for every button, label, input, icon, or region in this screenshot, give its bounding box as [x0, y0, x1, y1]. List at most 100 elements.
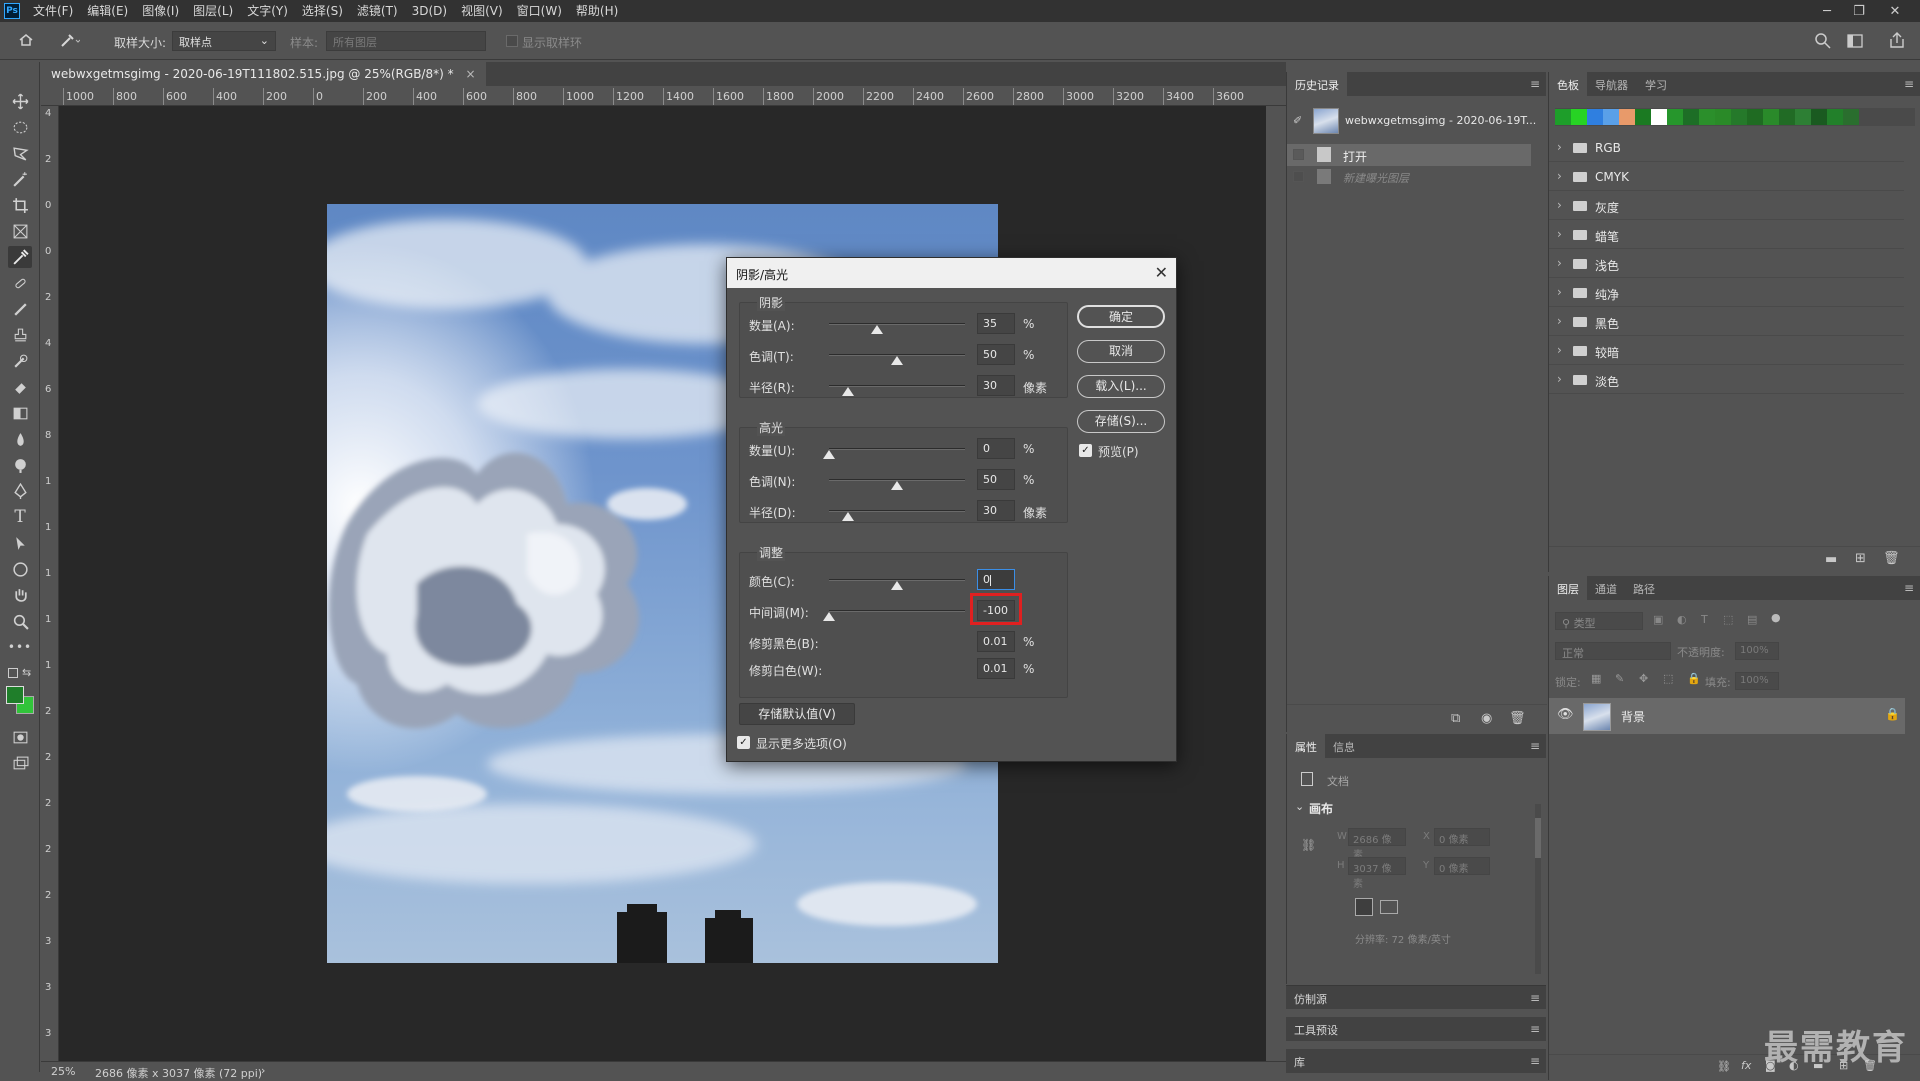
filter-shape-icon[interactable]: ⬚	[1723, 613, 1733, 626]
history-item-open[interactable]: 打开	[1287, 144, 1531, 166]
screen-mode-icon[interactable]	[8, 752, 32, 774]
highlights-slider-thumb[interactable]	[842, 512, 855, 521]
tab-channels[interactable]: 通道	[1587, 576, 1625, 600]
workspace-icon[interactable]	[1846, 32, 1864, 53]
tab-navigator[interactable]: 导航器	[1587, 72, 1636, 96]
libraries-panel[interactable]: 库 ≡	[1286, 1049, 1546, 1073]
brush-tool-icon[interactable]	[8, 298, 32, 320]
chevron-right-icon[interactable]: ›	[1557, 256, 1562, 270]
eyedropper-tool-preset-icon[interactable]	[60, 32, 86, 50]
layer-filter-select[interactable]: ⚲ 类型	[1555, 612, 1643, 630]
history-brush-tool-icon[interactable]	[8, 350, 32, 372]
menu-item[interactable]: 视图(V)	[454, 0, 510, 22]
search-icon[interactable]	[1814, 32, 1832, 53]
menu-item[interactable]: 滤镜(T)	[350, 0, 405, 22]
load-button[interactable]: 载入(L)...	[1077, 375, 1165, 398]
chevron-right-icon[interactable]: ›	[1557, 372, 1562, 386]
swatch-folder[interactable]: › 灰度	[1549, 192, 1904, 220]
y-input[interactable]: 0 像素	[1434, 857, 1490, 875]
eyedropper-tool-icon[interactable]	[8, 246, 32, 268]
lock-pixels-icon[interactable]: ✎	[1615, 672, 1624, 685]
new-swatch-icon[interactable]: ⊞	[1855, 551, 1866, 566]
swatch-folder[interactable]: › 蜡笔	[1549, 221, 1904, 249]
color-input[interactable]: 0	[977, 569, 1015, 590]
gradient-tool-icon[interactable]	[8, 402, 32, 424]
portrait-orientation-icon[interactable]	[1355, 898, 1373, 916]
color-swatch[interactable]	[1571, 109, 1587, 125]
swatch-folder[interactable]: › CMYK	[1549, 163, 1904, 191]
lock-artboard-icon[interactable]: ⬚	[1663, 672, 1673, 685]
color-swatch[interactable]	[1811, 109, 1827, 125]
color-swatch[interactable]	[1699, 109, 1715, 125]
tab-history[interactable]: 历史记录	[1287, 72, 1347, 96]
lock-all-icon[interactable]: 🔒	[1687, 672, 1701, 685]
dodge-tool-icon[interactable]	[8, 454, 32, 476]
history-item-checkbox[interactable]	[1293, 171, 1304, 182]
filter-adjustment-icon[interactable]: ◐	[1677, 613, 1687, 626]
chevron-right-icon[interactable]: ›	[1557, 314, 1562, 328]
more-options-checkbox[interactable]: ✓	[737, 736, 750, 749]
link-icon[interactable]: ⛓	[1301, 838, 1316, 852]
path-selection-tool-icon[interactable]	[8, 532, 32, 554]
color-swatch[interactable]	[1763, 109, 1779, 125]
color-swatch[interactable]	[1683, 109, 1699, 125]
highlights-value-input[interactable]: 30	[977, 500, 1015, 521]
restore-icon[interactable]: ❐	[1844, 0, 1874, 22]
color-swatch[interactable]	[1827, 109, 1843, 125]
filter-smart-object-icon[interactable]: ▤	[1747, 613, 1757, 626]
color-swatch[interactable]	[1651, 109, 1667, 125]
layer-visibility-eye-icon[interactable]: 👁	[1557, 707, 1574, 722]
healing-brush-tool-icon[interactable]	[8, 272, 32, 294]
layer-style-fx-icon[interactable]: fx	[1741, 1059, 1751, 1072]
clone-source-menu-icon[interactable]: ≡	[1530, 991, 1540, 1005]
eraser-tool-icon[interactable]	[8, 376, 32, 398]
marquee-tool-icon[interactable]	[8, 116, 32, 138]
filter-pixel-icon[interactable]: ▣	[1653, 613, 1663, 626]
swatch-folder[interactable]: › 浅色	[1549, 250, 1904, 278]
opacity-input[interactable]: 100%	[1735, 642, 1779, 660]
layers-panel-menu-icon[interactable]: ≡	[1904, 581, 1914, 595]
x-input[interactable]: 0 像素	[1434, 828, 1490, 846]
properties-panel-menu-icon[interactable]: ≡	[1530, 739, 1540, 753]
ellipse-tool-icon[interactable]	[8, 558, 32, 580]
landscape-orientation-icon[interactable]	[1380, 900, 1398, 914]
filter-toggle-icon[interactable]: ●	[1771, 611, 1781, 624]
hand-tool-icon[interactable]	[8, 584, 32, 606]
magic-wand-tool-icon[interactable]	[8, 168, 32, 190]
color-slider-thumb[interactable]	[891, 581, 903, 590]
libraries-menu-icon[interactable]: ≡	[1530, 1054, 1540, 1068]
shadows-slider-thumb[interactable]	[842, 387, 855, 396]
frame-tool-icon[interactable]	[8, 220, 32, 242]
close-window-icon[interactable]: ✕	[1880, 0, 1910, 22]
chevron-right-icon[interactable]: ›	[1557, 285, 1562, 299]
new-group-icon[interactable]: ▬	[1825, 552, 1837, 567]
width-input[interactable]: 2686 像素	[1348, 828, 1406, 861]
canvas-collapse-icon[interactable]: ⌄	[1295, 800, 1304, 813]
color-swatch[interactable]	[1603, 109, 1619, 125]
color-swatch[interactable]	[1635, 109, 1651, 125]
menu-item[interactable]: 编辑(E)	[80, 0, 135, 22]
tab-learn[interactable]: 学习	[1637, 72, 1675, 96]
trash-icon[interactable]: 🗑	[1509, 711, 1526, 726]
color-swatch[interactable]	[1667, 109, 1683, 125]
chevron-right-icon[interactable]: ›	[1557, 343, 1562, 357]
highlights-slider-track[interactable]	[829, 448, 965, 450]
menu-item[interactable]: 图像(I)	[135, 0, 186, 22]
quick-mask-icon[interactable]	[8, 726, 32, 748]
history-item-checkbox[interactable]	[1293, 149, 1304, 160]
color-swatch[interactable]	[1779, 109, 1795, 125]
properties-scrollbar[interactable]	[1535, 804, 1541, 974]
status-menu-icon[interactable]: ›	[261, 1064, 265, 1077]
chevron-right-icon[interactable]: ›	[1557, 169, 1562, 183]
history-item-new-exposure[interactable]: 新建曝光图层	[1287, 166, 1531, 188]
swatch-folder[interactable]: › 纯净	[1549, 279, 1904, 307]
save-default-button[interactable]: 存储默认值(V)	[739, 703, 855, 725]
tab-layers[interactable]: 图层	[1549, 576, 1587, 600]
highlights-slider-thumb[interactable]	[891, 481, 903, 490]
layer-row-background[interactable]: 👁 背景 🔒	[1549, 698, 1905, 734]
dialog-close-icon[interactable]: ✕	[1155, 263, 1168, 282]
chevron-right-icon[interactable]: ›	[1557, 227, 1562, 241]
midtone-slider-thumb[interactable]	[823, 612, 835, 621]
chevron-right-icon[interactable]: ›	[1557, 140, 1562, 154]
menu-item[interactable]: 选择(S)	[295, 0, 350, 22]
